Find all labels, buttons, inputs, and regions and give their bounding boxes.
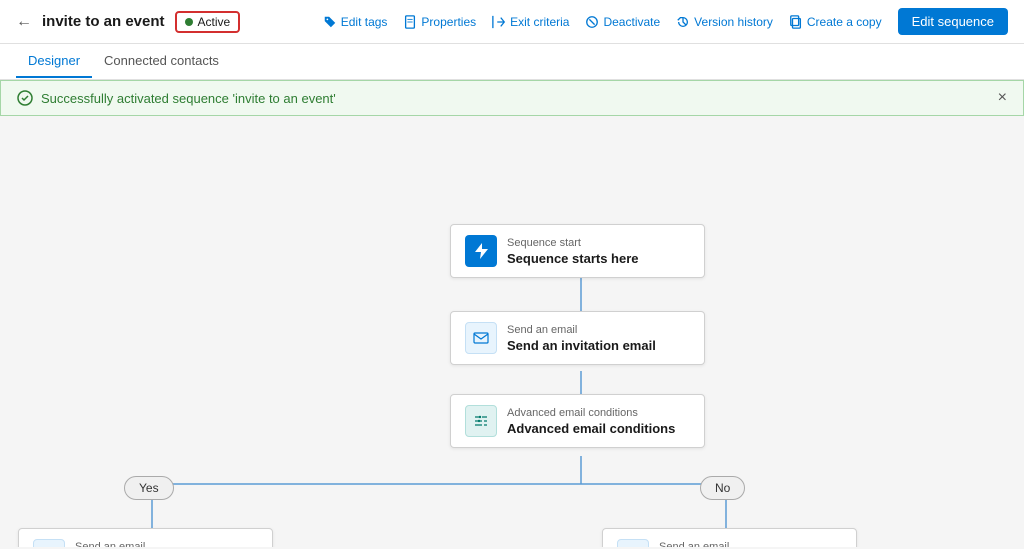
advanced-conditions-1-label: Advanced email conditions: [507, 407, 675, 419]
success-message: Successfully activated sequence 'invite …: [41, 91, 336, 106]
create-copy-action[interactable]: Create a copy: [789, 15, 882, 29]
close-banner-button[interactable]: ×: [998, 89, 1007, 107]
active-badge: Active: [175, 11, 241, 33]
advanced-conditions-1-text: Advanced email conditions Advanced email…: [507, 407, 675, 436]
send-confirmation-label: Send an email: [75, 541, 237, 548]
tabs-bar: Designer Connected contacts: [0, 44, 1024, 80]
no-branch-label: No: [700, 476, 745, 500]
sequence-start-label: Sequence start: [507, 237, 639, 249]
success-icon: [17, 90, 33, 106]
edit-sequence-button[interactable]: Edit sequence: [898, 8, 1008, 35]
followup-email-node[interactable]: Send an email Follow up email for the ev…: [602, 528, 857, 547]
sequence-start-text: Sequence start Sequence starts here: [507, 237, 639, 266]
send-confirmation-node[interactable]: Send an email Send a confirmation email: [18, 528, 273, 547]
properties-label: Properties: [421, 15, 476, 29]
edit-tags-label: Edit tags: [341, 15, 388, 29]
sequence-start-title: Sequence starts here: [507, 251, 639, 266]
create-copy-label: Create a copy: [807, 15, 882, 29]
header: ← invite to an event Active Edit tags Pr…: [0, 0, 1024, 44]
lightning-icon: [472, 242, 490, 260]
tag-icon: [323, 15, 337, 29]
sequence-start-node[interactable]: Sequence start Sequence starts here: [450, 224, 705, 278]
send-confirmation-text: Send an email Send a confirmation email: [75, 541, 237, 548]
properties-action[interactable]: Properties: [403, 15, 476, 29]
page-title: invite to an event: [42, 13, 165, 30]
send-email-1-label: Send an email: [507, 324, 656, 336]
header-right: Edit tags Properties Exit criteria Deact…: [323, 8, 1008, 35]
advanced-cond-1-icon: [465, 405, 497, 437]
version-history-label: Version history: [694, 15, 773, 29]
active-dot: [185, 18, 193, 26]
version-history-action[interactable]: Version history: [676, 15, 773, 29]
success-left: Successfully activated sequence 'invite …: [17, 90, 336, 106]
send-email-1-icon: [465, 322, 497, 354]
back-button[interactable]: ←: [16, 13, 32, 31]
deactivate-action[interactable]: Deactivate: [585, 15, 660, 29]
history-icon: [676, 15, 690, 29]
email-icon: [473, 330, 489, 346]
active-label: Active: [198, 15, 231, 29]
exit-criteria-action[interactable]: Exit criteria: [492, 15, 569, 29]
copy-icon: [789, 15, 803, 29]
send-email-1-title: Send an invitation email: [507, 338, 656, 353]
advanced-conditions-1-title: Advanced email conditions: [507, 421, 675, 436]
conditions-icon: [473, 413, 489, 429]
tab-connected-contacts[interactable]: Connected contacts: [92, 45, 231, 78]
followup-email-icon: [617, 539, 649, 547]
file-icon: [403, 15, 417, 29]
tab-designer[interactable]: Designer: [16, 45, 92, 78]
sequence-start-icon: [465, 235, 497, 267]
exit-criteria-label: Exit criteria: [510, 15, 569, 29]
send-email-1-text: Send an email Send an invitation email: [507, 324, 656, 353]
exit-icon: [492, 15, 506, 29]
advanced-conditions-1-node[interactable]: Advanced email conditions Advanced email…: [450, 394, 705, 448]
deactivate-icon: [585, 15, 599, 29]
edit-tags-action[interactable]: Edit tags: [323, 15, 388, 29]
send-email-1-node[interactable]: Send an email Send an invitation email: [450, 311, 705, 365]
flow-canvas: Sequence start Sequence starts here Send…: [0, 116, 1024, 547]
success-banner: Successfully activated sequence 'invite …: [0, 80, 1024, 116]
header-left: ← invite to an event Active: [16, 11, 240, 33]
followup-email-label: Send an email: [659, 541, 838, 548]
followup-email-text: Send an email Follow up email for the ev…: [659, 541, 838, 548]
send-confirmation-icon: [33, 539, 65, 547]
deactivate-label: Deactivate: [603, 15, 660, 29]
yes-branch-label: Yes: [124, 476, 174, 500]
